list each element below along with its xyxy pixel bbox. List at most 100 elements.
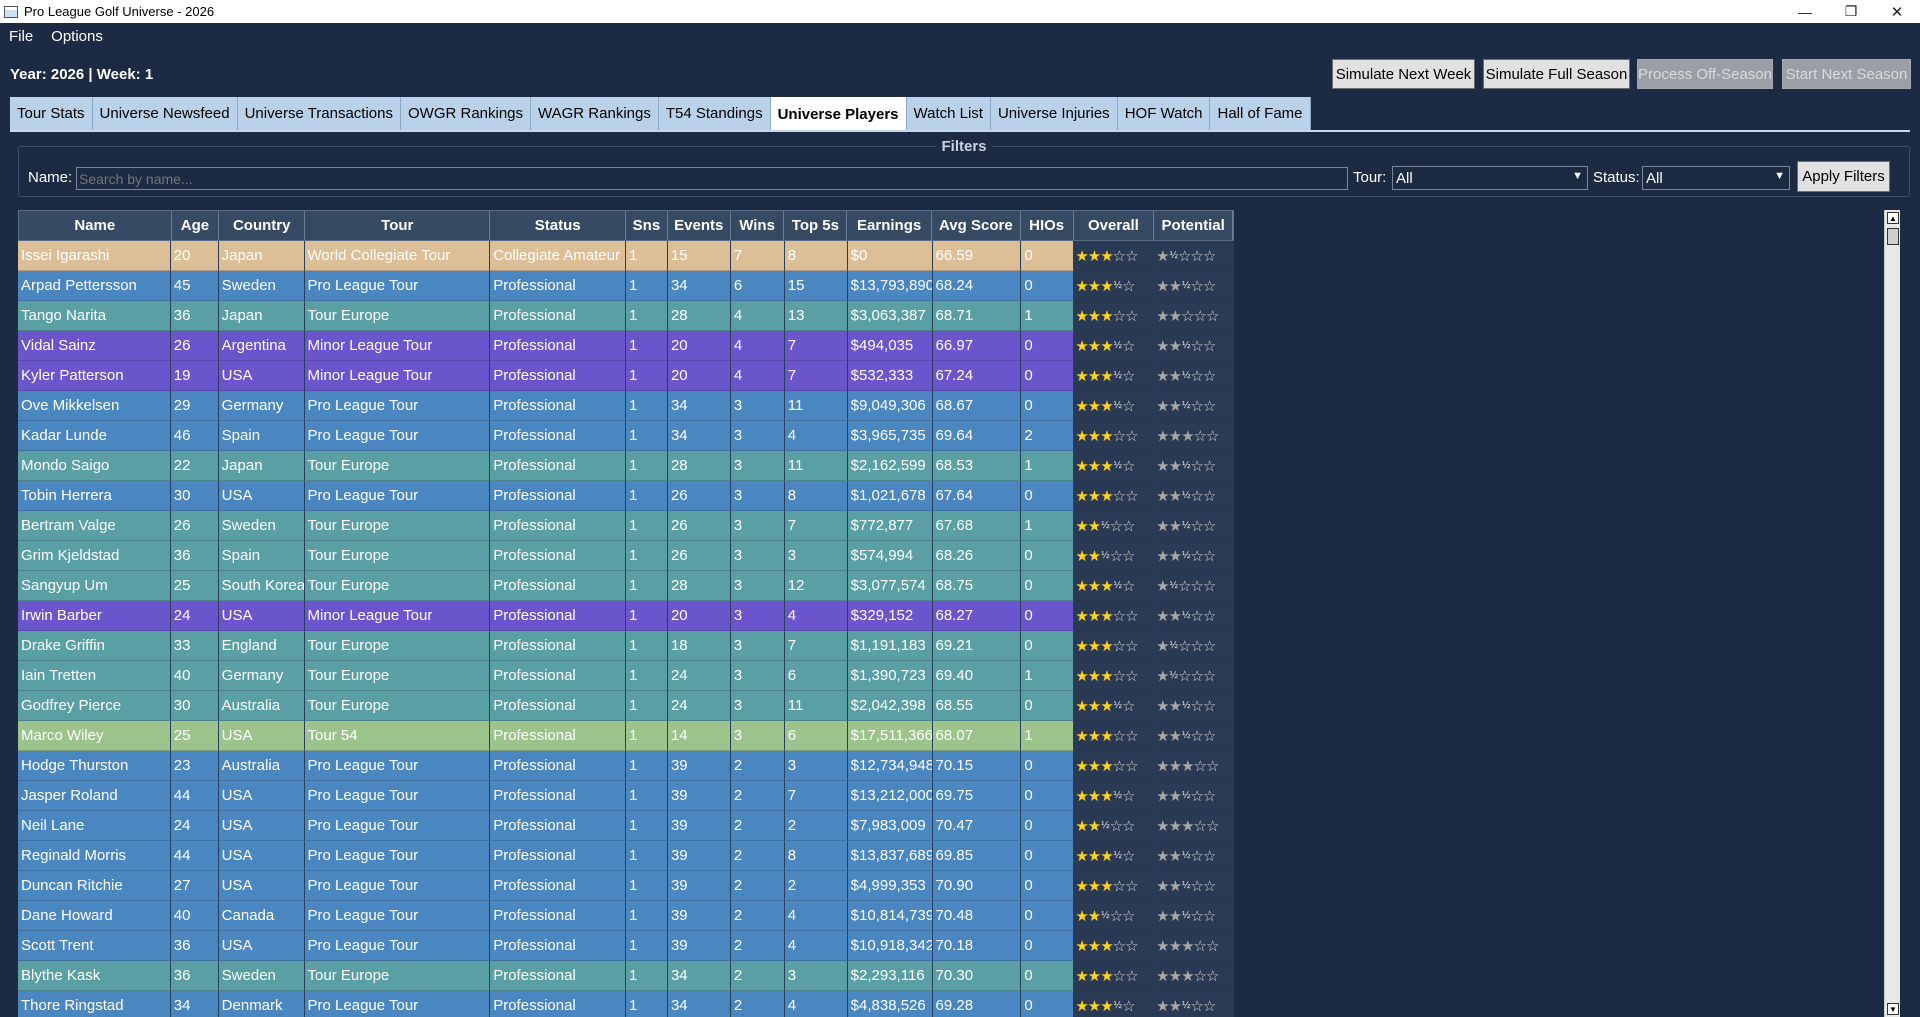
tab-universe-players[interactable]: Universe Players — [770, 97, 907, 131]
header-col-avg-score[interactable]: Avg Score — [932, 211, 1021, 240]
tab-tour-stats[interactable]: Tour Stats — [10, 97, 93, 130]
cell-wins: 3 — [730, 541, 785, 571]
star-filled-icon: ★ — [1100, 847, 1113, 865]
tour-select[interactable]: All ▼ — [1392, 166, 1588, 190]
cell-overall-stars: ★ ★ ½ ☆ ☆ — [1074, 511, 1156, 541]
cell-status: Professional — [490, 931, 626, 961]
star-filled-icon: ★ — [1100, 247, 1113, 265]
cell-age: 19 — [170, 361, 219, 391]
cell-name: Irwin Barber — [18, 601, 171, 631]
cell-country: Spain — [218, 421, 305, 451]
table-row[interactable]: Jasper Roland 44 USA Pro League Tour Profess… — [18, 781, 1235, 811]
header-col-sns[interactable]: Sns — [626, 211, 668, 240]
table-row[interactable]: Godfrey Pierce 30 Australia Tour Europe Prof… — [18, 691, 1235, 721]
cell-hios: 1 — [1021, 451, 1075, 481]
header-col-earnings[interactable]: Earnings — [847, 211, 932, 240]
table-row[interactable]: Ove Mikkelsen 29 Germany Pro League Tour Pro… — [18, 391, 1235, 421]
minimize-icon[interactable]: — — [1782, 0, 1828, 23]
table-row[interactable]: Vidal Sainz 26 Argentina Minor League Tour P… — [18, 331, 1235, 361]
table-row[interactable]: Kadar Lunde 46 Spain Pro League Tour Profess… — [18, 421, 1235, 451]
simulate-full-season-button[interactable]: Simulate Full Season — [1483, 59, 1630, 89]
header-col-hios[interactable]: HIOs — [1021, 211, 1074, 240]
table-row[interactable]: Iain Tretten 40 Germany Tour Europe Professi… — [18, 661, 1235, 691]
table-row[interactable]: Marco Wiley 25 USA Tour 54 Professional 1 14 3 6… — [18, 721, 1235, 751]
table-row[interactable]: Drake Griffin 33 England Tour Europe Profess… — [18, 631, 1235, 661]
search-input[interactable] — [76, 167, 1348, 190]
star-empty-icon: ☆ — [1109, 517, 1123, 535]
header-col-events[interactable]: Events — [668, 211, 731, 240]
table-row[interactable]: Bertram Valge 26 Sweden Tour Europe Professi… — [18, 511, 1235, 541]
star-filled-icon: ★ — [1087, 877, 1101, 895]
star-filled-icon: ★ — [1087, 727, 1101, 745]
cell-hios: 0 — [1021, 751, 1075, 781]
table-row[interactable]: Hodge Thurston 23 Australia Pro League Tour… — [18, 751, 1235, 781]
header-col-potential[interactable]: Potential — [1154, 211, 1233, 240]
scroll-thumb[interactable] — [1887, 228, 1899, 245]
header-col-age[interactable]: Age — [172, 211, 220, 240]
process-off-season-button[interactable]: Process Off-Season — [1637, 59, 1773, 89]
menu-file[interactable]: File — [0, 28, 42, 45]
table-row[interactable]: Tobin Herrera 30 USA Pro League Tour Profess… — [18, 481, 1235, 511]
star-filled-icon: ★ — [1168, 367, 1182, 385]
table-row[interactable]: Arpad Pettersson 45 Sweden Pro League Tour P… — [18, 271, 1235, 301]
header-col-wins[interactable]: Wins — [731, 211, 785, 240]
vertical-scrollbar[interactable]: ▲ ▼ — [1884, 210, 1900, 1017]
menu-options[interactable]: Options — [42, 28, 112, 45]
status-select[interactable]: All ▼ — [1642, 166, 1790, 190]
header-col-tour[interactable]: Tour — [305, 211, 491, 240]
table-row[interactable]: Tango Narita 36 Japan Tour Europe Profession… — [18, 301, 1235, 331]
close-icon[interactable]: ✕ — [1874, 0, 1920, 23]
table-row[interactable]: Irwin Barber 24 USA Minor League Tour Profes… — [18, 601, 1235, 631]
table-row[interactable]: Blythe Kask 36 Sweden Tour Europe Profession… — [18, 961, 1235, 991]
table-row[interactable]: Kyler Patterson 19 USA Minor League Tour Pro… — [18, 361, 1235, 391]
table-row[interactable]: Sangyup Um 25 South Korea Tour Europe Profes… — [18, 571, 1235, 601]
cell-hios: 0 — [1021, 481, 1075, 511]
tab-owgr-rankings[interactable]: OWGR Rankings — [401, 97, 532, 130]
tab-hall-of-fame[interactable]: Hall of Fame — [1210, 97, 1311, 130]
header-col-name[interactable]: Name — [19, 211, 172, 240]
star-empty-icon: ☆ — [1112, 637, 1126, 655]
apply-filters-button[interactable]: Apply Filters — [1797, 161, 1890, 192]
header-col-status[interactable]: Status — [490, 211, 626, 240]
header-col-overall[interactable]: Overall — [1074, 211, 1155, 240]
table-row[interactable]: Mondo Saigo 22 Japan Tour Europe Professiona… — [18, 451, 1235, 481]
cell-sns: 1 — [626, 901, 668, 931]
header-col-top5[interactable]: Top 5s — [784, 211, 848, 240]
cell-potential-stars: ★ ½ ☆ ☆ ☆ — [1155, 241, 1235, 271]
table-row[interactable]: Dane Howard 40 Canada Pro League Tour Profes… — [18, 901, 1235, 931]
tab-universe-injuries[interactable]: Universe Injuries — [990, 97, 1118, 130]
cell-top5: 4 — [784, 601, 848, 631]
cell-age: 36 — [170, 961, 219, 991]
start-next-season-button[interactable]: Start Next Season — [1782, 59, 1911, 89]
table-row[interactable]: Duncan Ritchie 27 USA Pro League Tour Profes… — [18, 871, 1235, 901]
table-row[interactable]: Grim Kjeldstad 36 Spain Tour Europe Professi… — [18, 541, 1235, 571]
star-filled-icon: ★ — [1181, 757, 1194, 775]
cell-status: Professional — [490, 721, 626, 751]
tab-watch-list[interactable]: Watch List — [906, 97, 991, 130]
table-row[interactable]: Thore Ringstad 34 Denmark Pro League Tour Pr… — [18, 991, 1235, 1017]
cell-hios: 0 — [1021, 271, 1075, 301]
tab-hof-watch[interactable]: HOF Watch — [1117, 97, 1211, 130]
cell-age: 29 — [170, 391, 219, 421]
table-row[interactable]: Neil Lane 24 USA Pro League Tour Professiona… — [18, 811, 1235, 841]
header-col-country[interactable]: Country — [219, 211, 306, 240]
cell-sns: 1 — [626, 541, 668, 571]
table-row[interactable]: Issei Igarashi 20 Japan World Collegiate To… — [18, 241, 1235, 271]
tab-wagr-rankings[interactable]: WAGR Rankings — [531, 97, 659, 130]
restore-icon[interactable]: ❐ — [1828, 0, 1874, 23]
scroll-down-icon[interactable]: ▼ — [1887, 1003, 1899, 1015]
star-filled-icon: ★ — [1087, 937, 1101, 955]
star-empty-icon: ☆ — [1125, 307, 1138, 325]
simulate-next-week-button[interactable]: Simulate Next Week — [1332, 59, 1475, 89]
star-empty-icon: ☆ — [1122, 907, 1135, 925]
tab-t54-standings[interactable]: T54 Standings — [658, 97, 771, 130]
cell-events: 39 — [667, 931, 731, 961]
tab-universe-transactions[interactable]: Universe Transactions — [237, 97, 401, 130]
tab-universe-newsfeed[interactable]: Universe Newsfeed — [92, 97, 238, 130]
star-empty-icon: ☆ — [1190, 997, 1203, 1015]
cell-top5: 2 — [784, 871, 848, 901]
scroll-up-icon[interactable]: ▲ — [1887, 212, 1899, 224]
table-row[interactable]: Reginald Morris 44 USA Pro League Tour Profe… — [18, 841, 1235, 871]
star-filled-icon: ★ — [1168, 697, 1182, 715]
table-row[interactable]: Scott Trent 36 USA Pro League Tour Professio… — [18, 931, 1235, 961]
